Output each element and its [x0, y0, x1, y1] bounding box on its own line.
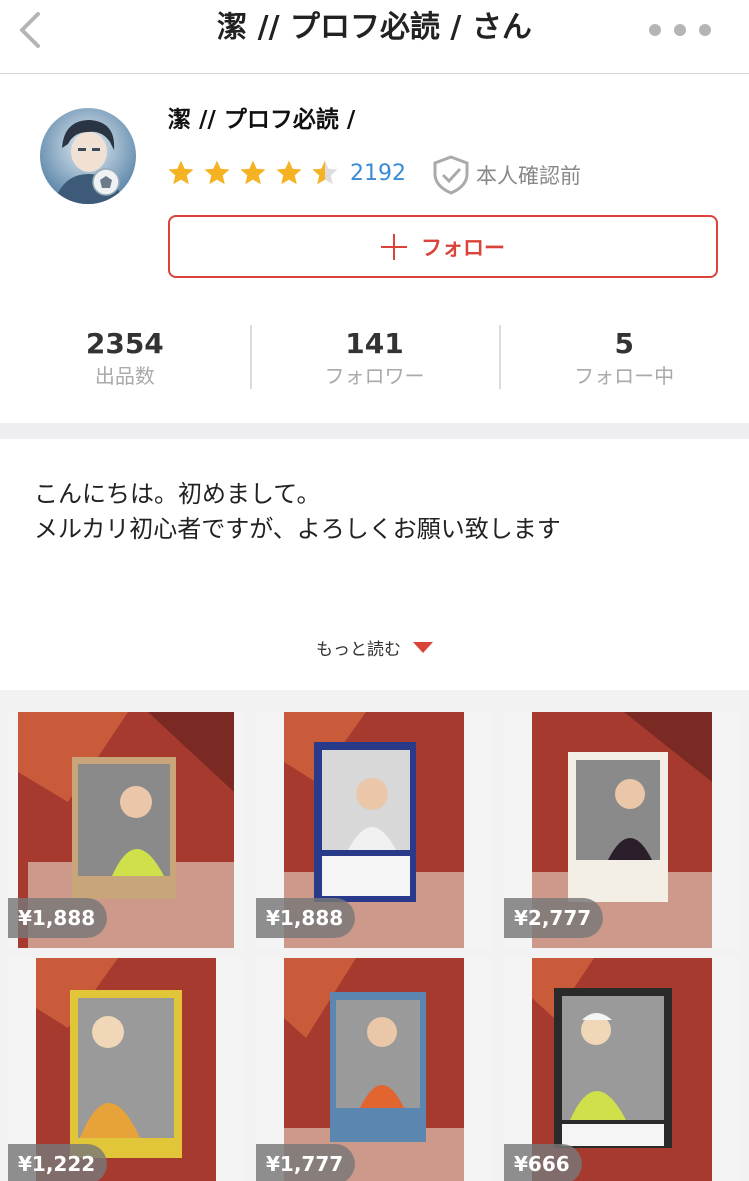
ellipsis-icon[interactable] — [649, 22, 711, 38]
follow-button[interactable]: フォロー — [168, 215, 718, 278]
item-price: ¥666 — [504, 1144, 582, 1181]
item-card[interactable]: ¥1,888 — [8, 712, 244, 948]
rating[interactable]: 2192 — [166, 158, 406, 188]
verification-status: 本人確認前 — [432, 155, 581, 195]
item-price: ¥2,777 — [504, 898, 604, 938]
item-price: ¥1,222 — [8, 1144, 108, 1181]
item-price: ¥1,777 — [256, 1144, 356, 1181]
stat-label: 出品数 — [94, 364, 155, 388]
verification-label: 本人確認前 — [476, 164, 581, 188]
item-price: ¥1,888 — [8, 898, 108, 938]
intro-line: メルカリ初心者ですが、よろしくお願い致します — [34, 515, 561, 543]
star-icon — [168, 160, 194, 185]
avatar[interactable] — [40, 108, 136, 204]
review-count[interactable]: 2192 — [350, 161, 406, 186]
item-card[interactable]: ¥1,222 — [8, 958, 244, 1181]
stat-followers[interactable]: 141 フォロワー — [249, 325, 500, 395]
stat-value: 5 — [614, 327, 634, 360]
page-title: 潔 // プロフ必読 / さん — [217, 10, 532, 45]
intro-line: こんにちは。初めまして。 — [34, 480, 321, 508]
item-card[interactable]: ¥666 — [504, 958, 740, 1181]
item-grid: ¥1,888 ¥1,888 ¥2,777 ¥1,222 ¥1,777 ¥666 — [0, 690, 749, 1181]
star-icon — [204, 160, 230, 185]
item-card[interactable]: ¥1,888 — [256, 712, 492, 948]
stat-listings[interactable]: 2354 出品数 — [0, 325, 250, 395]
star-half-icon — [312, 160, 338, 185]
intro-text: こんにちは。初めまして。 メルカリ初心者ですが、よろしくお願い致します — [34, 477, 561, 547]
stat-value: 2354 — [85, 327, 164, 360]
stat-following[interactable]: 5 フォロー中 — [499, 325, 749, 395]
star-icon — [240, 160, 266, 185]
item-card[interactable]: ¥1,777 — [256, 958, 492, 1181]
stats-bar: 2354 出品数 141 フォロワー 5 フォロー中 — [0, 325, 749, 395]
read-more-label: もっと読む — [316, 640, 401, 660]
stat-label: フォロワー — [324, 364, 425, 388]
profile-intro: こんにちは。初めまして。 メルカリ初心者ですが、よろしくお願い致します もっと読… — [0, 439, 749, 690]
item-price: ¥1,888 — [256, 898, 356, 938]
caret-down-icon — [413, 642, 433, 653]
user-name: 潔 // プロフ必読 / — [168, 107, 356, 133]
stat-label: フォロー中 — [574, 364, 675, 388]
profile-header: 潔 // プロフ必読 / 2192 本人確認前 フォロー 2354 出品数 14… — [0, 75, 749, 423]
shield-check-icon — [433, 155, 469, 195]
nav-bar: 潔 // プロフ必読 / さん — [0, 0, 749, 74]
read-more-button[interactable]: もっと読む — [0, 635, 749, 660]
star-rating — [166, 158, 340, 188]
item-card[interactable]: ¥2,777 — [504, 712, 740, 948]
section-divider — [0, 423, 749, 439]
plus-icon — [381, 233, 407, 260]
chevron-left-icon[interactable] — [14, 10, 50, 50]
stat-value: 141 — [345, 327, 404, 360]
follow-button-label: フォロー — [421, 235, 505, 260]
star-icon — [276, 160, 302, 185]
